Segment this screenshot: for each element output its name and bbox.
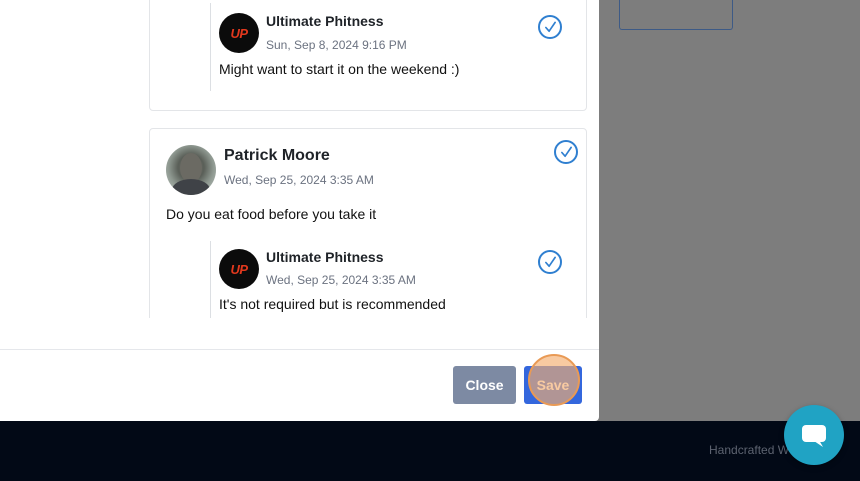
save-button[interactable]: Save	[524, 366, 582, 404]
check-circle-icon[interactable]	[554, 140, 578, 164]
modal-body[interactable]: UP Ultimate Phitness Sun, Sep 8, 2024 9:…	[0, 0, 599, 318]
logo-text: UP	[230, 261, 248, 277]
reply-author: Ultimate Phitness	[266, 249, 384, 265]
footer-credit-text: Handcrafted W	[709, 443, 790, 457]
user-avatar	[166, 145, 216, 195]
modal-footer-divider	[0, 349, 599, 350]
background-input-box	[619, 0, 733, 30]
ultimate-phitness-avatar: UP	[219, 249, 259, 289]
logo-text: UP	[230, 25, 248, 41]
check-circle-icon[interactable]	[538, 15, 562, 39]
reply-date: Wed, Sep 25, 2024 3:35 AM	[266, 273, 416, 287]
comment-author: Patrick Moore	[224, 147, 330, 164]
comments-modal: UP Ultimate Phitness Sun, Sep 8, 2024 9:…	[0, 0, 599, 421]
check-circle-icon[interactable]	[538, 250, 562, 274]
close-button[interactable]: Close	[453, 366, 516, 404]
comment-card: Patrick Moore Wed, Sep 25, 2024 3:35 AM …	[149, 128, 587, 318]
reply-text: It's not required but is recommended	[219, 296, 446, 312]
chat-bubble-icon[interactable]	[784, 405, 844, 465]
reply-date: Sun, Sep 8, 2024 9:16 PM	[266, 38, 407, 52]
reply-author: Ultimate Phitness	[266, 13, 384, 29]
reply-text: Might want to start it on the weekend :)	[219, 61, 460, 77]
comment-text: Do you eat food before you take it	[166, 206, 377, 222]
reply-thread-line	[210, 241, 211, 318]
reply-thread-line	[210, 3, 211, 91]
comment-card: UP Ultimate Phitness Sun, Sep 8, 2024 9:…	[149, 0, 587, 111]
comment-date: Wed, Sep 25, 2024 3:35 AM	[224, 173, 374, 187]
ultimate-phitness-avatar: UP	[219, 13, 259, 53]
